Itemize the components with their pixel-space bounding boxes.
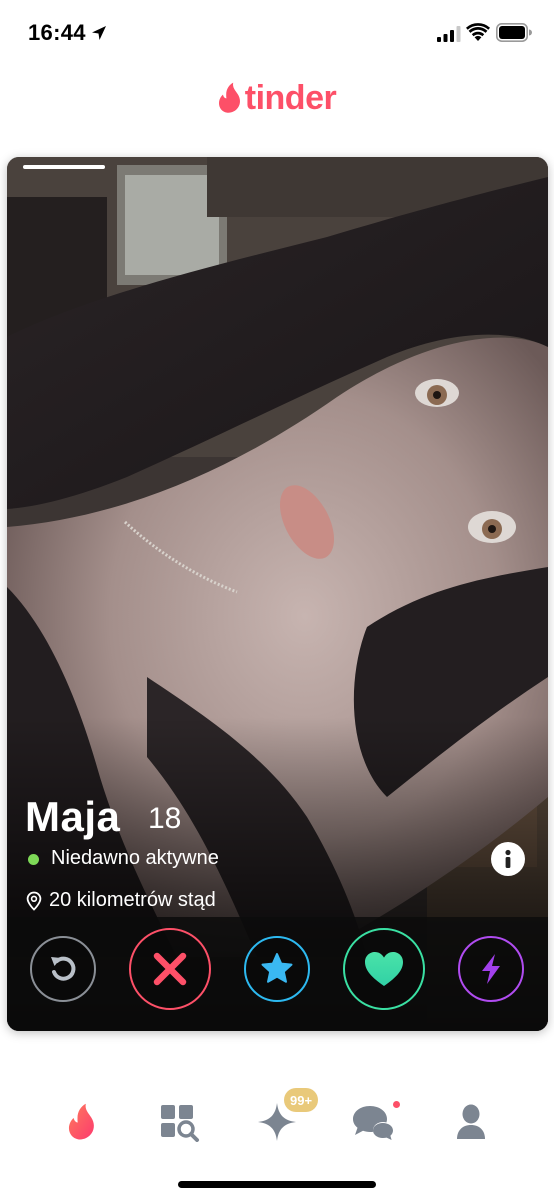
person-icon xyxy=(457,1104,485,1139)
heart-icon xyxy=(365,952,403,986)
activity-status: Niedawno aktywne xyxy=(51,847,219,869)
like-button[interactable] xyxy=(343,928,425,1010)
rewind-icon xyxy=(51,956,76,981)
distance: 20 kilometrów stąd xyxy=(49,889,216,911)
nav-home[interactable] xyxy=(58,1098,106,1146)
nav-explore[interactable] xyxy=(155,1098,203,1146)
nav-profile[interactable] xyxy=(447,1098,495,1146)
info-icon xyxy=(505,849,511,868)
wifi-icon xyxy=(466,23,490,41)
profile-name: Maja xyxy=(25,793,121,840)
boost-button[interactable] xyxy=(458,936,524,1002)
nav-messages[interactable] xyxy=(349,1098,397,1146)
profile-card[interactable]: Maja 18 Niedawno aktywne 20 kilometrów s… xyxy=(7,157,548,1031)
gold-badge: 99+ xyxy=(284,1088,319,1112)
star-icon xyxy=(261,953,293,983)
bottom-nav: 99+ xyxy=(0,1080,554,1170)
photo-progress-bar xyxy=(23,165,105,169)
unread-messages-dot xyxy=(393,1101,400,1108)
battery-icon xyxy=(496,23,532,42)
app-screen: 16:44 tinder Maja 18 Niedawno aktywne 20… xyxy=(0,0,554,1200)
nope-button[interactable] xyxy=(129,928,211,1010)
location-arrow-icon xyxy=(92,26,106,40)
status-bar: 16:44 xyxy=(0,0,554,66)
lightning-icon xyxy=(482,954,500,984)
flame-icon xyxy=(218,82,240,113)
cellular-signal-icon xyxy=(437,26,461,42)
active-status-dot xyxy=(28,854,39,865)
close-icon xyxy=(153,952,187,986)
info-button[interactable] xyxy=(491,842,525,876)
rewind-button[interactable] xyxy=(30,936,96,1002)
profile-age: 18 xyxy=(148,802,182,835)
explore-grid-icon xyxy=(161,1105,199,1142)
tinder-logo: tinder xyxy=(0,76,554,120)
location-pin-icon xyxy=(26,891,42,911)
flame-icon xyxy=(68,1103,94,1140)
status-time: 16:44 xyxy=(28,20,86,45)
chat-bubbles-icon xyxy=(353,1106,393,1140)
super-like-button[interactable] xyxy=(244,936,310,1002)
brand-wordmark: tinder xyxy=(244,79,337,117)
home-indicator xyxy=(178,1181,376,1188)
